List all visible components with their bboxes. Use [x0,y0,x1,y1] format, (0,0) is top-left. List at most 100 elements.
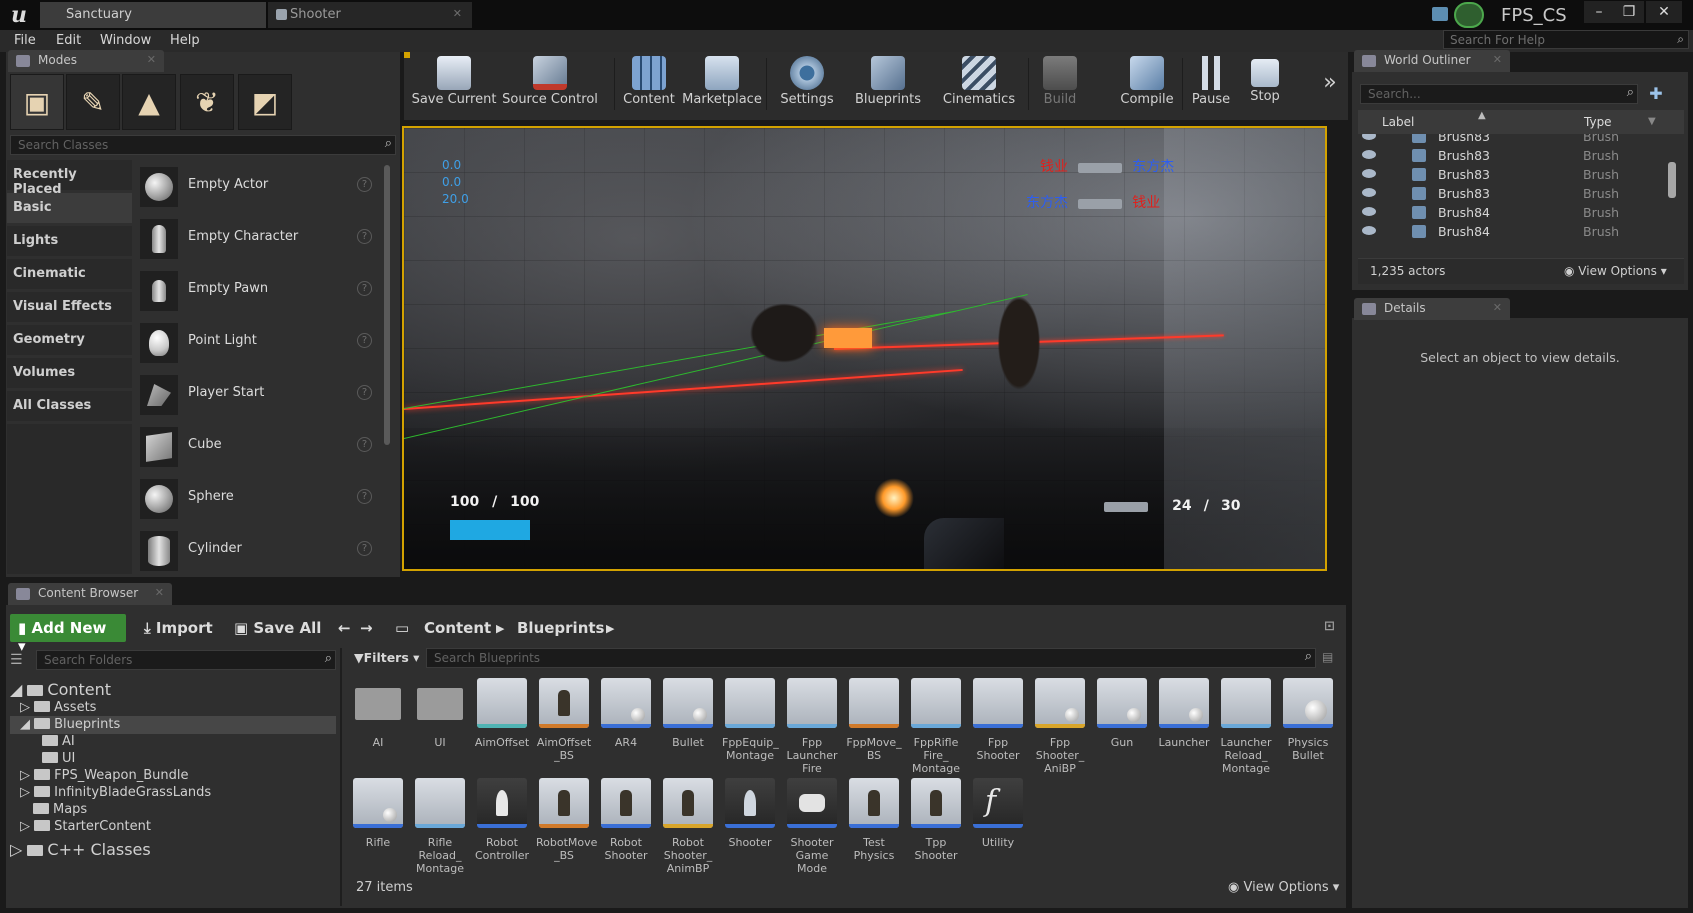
foliage-mode-icon[interactable]: ❦ [180,74,234,130]
sources-toggle-icon[interactable]: ☰ [10,652,30,670]
help-icon[interactable]: ? [357,437,372,452]
category-volumes[interactable]: Volumes [7,358,132,388]
search-classes-input[interactable]: Search Classes ⌕ [10,135,396,155]
build-button[interactable]: Build [1032,54,1088,114]
help-icon[interactable]: ? [357,229,372,244]
save-all-button[interactable]: ▣ Save All [226,614,329,642]
asset-robot-shooter-animbp[interactable]: Robot Shooter_ AnimBP [660,778,716,875]
asset-folder-ui[interactable]: UI [412,678,468,774]
back-arrow-icon[interactable]: ← [338,619,351,637]
menu-edit[interactable]: Edit [56,33,81,48]
class-empty-character[interactable]: Empty Character ? [138,215,378,263]
maximize-button[interactable]: ❐ [1614,1,1644,23]
category-cinematic[interactable]: Cinematic [7,259,132,289]
visibility-eye-icon[interactable] [1362,226,1376,235]
add-folder-icon[interactable]: ✚ [1646,84,1666,104]
notification-icon[interactable] [1432,7,1448,21]
outliner-scrollbar[interactable] [1668,162,1676,198]
save-current-button[interactable]: Save Current [410,54,498,114]
tree-cpp-classes[interactable]: ▷ C++ Classes [10,840,151,859]
asset-aimoffset[interactable]: AimOffset [474,678,530,774]
tree-fps-weapon-bundle[interactable]: ▷ FPS_Weapon_Bundle [20,768,188,785]
class-sphere[interactable]: Sphere ? [138,475,378,523]
outliner-row[interactable]: Brush84 Brush [1358,222,1678,241]
minimize-button[interactable]: – [1584,1,1614,23]
compile-button[interactable]: Compile [1114,54,1180,114]
landscape-mode-icon[interactable]: ▲ [122,74,176,130]
category-lights[interactable]: Lights [7,226,132,256]
view-options-button[interactable]: ◉ View Options ▾ [1228,880,1339,895]
close-tab-icon[interactable]: ✕ [453,7,462,20]
menu-help[interactable]: Help [170,33,200,48]
asset-gun[interactable]: Gun [1094,678,1150,774]
visibility-eye-icon[interactable] [1362,150,1376,159]
asset-aimoffset-bs[interactable]: AimOffset _BS [536,678,592,774]
outliner-row[interactable]: Brush84 Brush [1358,203,1678,222]
category-visual-effects[interactable]: Visual Effects [7,292,132,322]
help-icon[interactable]: ? [357,177,372,192]
filters-button[interactable]: ▼Filters ▾ [354,650,419,665]
class-cube[interactable]: Cube ? [138,423,378,471]
tab-modes[interactable]: Modes ✕ [8,50,164,72]
help-icon[interactable]: ? [357,333,372,348]
tree-blueprints[interactable]: ◢ Blueprints [20,717,120,734]
tab-details[interactable]: Details ✕ [1354,298,1510,320]
outliner-row[interactable]: Brush83 Brush [1358,165,1678,184]
asset-robot-shooter[interactable]: Robot Shooter [598,778,654,874]
pause-button[interactable]: Pause [1186,54,1236,114]
asset-fppmove-bs[interactable]: FppMove_ BS [846,678,902,774]
tree-maps[interactable]: Maps [33,802,87,819]
tree-content[interactable]: ◢ Content [10,680,111,699]
blueprints-button[interactable]: Blueprints [844,54,932,114]
level-viewport[interactable]: 0.0 0.0 20.0 钱业 东方杰 东方杰 钱业 100 / 100 24 … [402,126,1327,571]
close-tab-icon[interactable]: ✕ [155,586,164,599]
help-icon[interactable]: ? [357,281,372,296]
place-mode-icon[interactable]: ▣ [10,74,64,130]
asset-launcher[interactable]: Launcher [1156,678,1212,774]
class-cylinder[interactable]: Cylinder ? [138,527,378,575]
class-player-start[interactable]: Player Start ? [138,371,378,419]
lock-icon[interactable]: ⊡ [1324,619,1335,634]
outliner-row[interactable]: Brush83 Brush [1358,184,1678,203]
chevron-right-icon[interactable]: ▶ [606,622,614,635]
help-search-input[interactable]: Search For Help ⌕ [1443,30,1689,49]
toolbar-overflow-button[interactable]: » [1318,70,1342,130]
chevron-right-icon[interactable]: ▶ [496,622,504,635]
tab-world-outliner[interactable]: World Outliner ✕ [1354,50,1510,72]
visibility-eye-icon[interactable] [1362,134,1376,140]
outliner-row[interactable]: Brush83 Brush [1358,146,1678,165]
visibility-eye-icon[interactable] [1362,207,1376,216]
source-control-status-icon[interactable] [1454,2,1484,28]
menu-window[interactable]: Window [100,33,151,48]
asset-rifle-reload-montage[interactable]: Rifle Reload_ Montage [412,778,468,875]
settings-button[interactable]: Settings [770,54,844,114]
save-search-icon[interactable]: ▤ [1322,650,1333,664]
close-tab-icon[interactable]: ✕ [1493,53,1502,66]
geometry-edit-mode-icon[interactable]: ◩ [238,74,292,130]
class-empty-actor[interactable]: Empty Actor ? [138,163,378,211]
asset-fpp-shooter-anibp[interactable]: Fpp Shooter_ AniBP [1032,678,1088,775]
outliner-search-input[interactable]: Search... ⌕ [1360,84,1638,104]
unreal-logo-icon[interactable]: u [6,2,32,28]
source-control-button[interactable]: Source Control [500,54,600,114]
column-type[interactable]: Type [1584,115,1612,129]
asset-tpp-shooter[interactable]: Tpp Shooter [908,778,964,874]
asset-shooter-game-mode[interactable]: Shooter Game Mode [784,778,840,875]
breadcrumb-blueprints[interactable]: Blueprints [517,619,604,637]
cinematics-button[interactable]: Cinematics [934,54,1024,114]
content-button[interactable]: Content [618,54,680,114]
tree-ui[interactable]: UI [42,751,75,768]
tree-assets[interactable]: ▷ Assets [20,700,96,717]
close-tab-icon[interactable]: ✕ [147,53,156,66]
tab-shooter[interactable]: Shooter ✕ [268,2,472,28]
class-empty-pawn[interactable]: Empty Pawn ? [138,267,378,315]
visibility-eye-icon[interactable] [1362,169,1376,178]
asset-bullet[interactable]: Bullet [660,678,716,774]
marketplace-button[interactable]: Marketplace [682,54,762,114]
tree-starter-content[interactable]: ▷ StarterContent [20,819,151,836]
paint-mode-icon[interactable]: ✎ [66,74,120,130]
stop-button[interactable]: Stop [1240,54,1290,114]
search-folders-input[interactable]: Search Folders ⌕ [36,650,336,670]
help-icon[interactable]: ? [357,489,372,504]
category-geometry[interactable]: Geometry [7,325,132,355]
